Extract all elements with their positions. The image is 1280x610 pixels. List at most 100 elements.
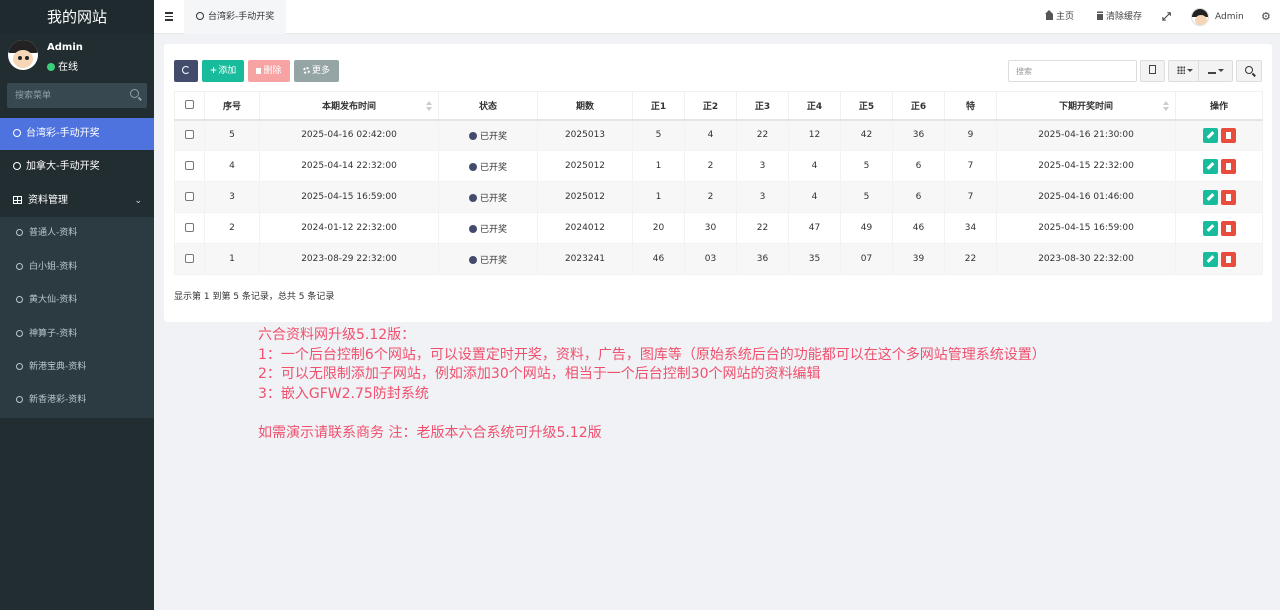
table-row[interactable]: 4 2025-04-14 22:32:00 已开奖 2025012 1 2 3 4 5 6 7 202… [174,150,1263,182]
clear-cache-link[interactable]: 清除缓存 [1097,0,1142,34]
table-icon [13,196,22,204]
refresh-button[interactable] [174,60,198,82]
admin-label[interactable]: Admin [1215,0,1244,34]
user-name: Admin [47,42,83,53]
row-checkbox[interactable] [185,130,194,140]
circle-icon [13,129,21,137]
sidebar-subitem[interactable]: 白小姐-资料 [0,251,154,284]
user-status-label: 在线 [58,62,78,73]
notice-line: 1：一个后台控制6个网站，可以设置定时开奖，资料，广告，图库等（原始系统后台的功… [258,346,1046,363]
edit-icon[interactable] [1202,220,1218,236]
site-logo[interactable]: 我的网站 [0,0,154,34]
row-checkbox[interactable] [185,223,194,232]
delete-icon[interactable] [1220,220,1236,236]
edit-icon[interactable] [1202,251,1218,267]
sidebar-item-taiwan[interactable]: 台湾彩-手动开奖 [0,118,154,150]
online-dot-icon [47,63,55,71]
col-header[interactable]: 正3 [736,91,789,121]
col-header[interactable]: 正5 [840,91,893,121]
toggle-view-button[interactable] [1140,60,1165,82]
home-link[interactable]: 主页 [1045,0,1075,34]
table-row[interactable]: 2 2024-01-12 22:32:00 已开奖 2024012 20 30 22 47 49… [174,212,1263,244]
col-header[interactable]: 期数 [537,91,633,121]
sidebar-subitem[interactable]: 新香港彩-资料 [0,384,154,417]
table-cell: 2025-04-14 22:32:00 [259,150,439,182]
col-header[interactable]: 正6 [892,91,945,121]
sidebar-group-data[interactable]: 资料管理 ⌄ [0,185,154,217]
add-button[interactable]: +添加 [202,60,244,82]
table-cell: 4 [204,150,260,182]
menu-search-input[interactable] [7,83,125,108]
search-icon [1245,66,1253,74]
col-header[interactable]: 特 [944,91,997,121]
col-header-sortable[interactable]: 下期开奖时间 [996,91,1176,121]
col-header[interactable]: 状态 [438,91,538,121]
delete-icon[interactable] [1220,251,1236,267]
table-cell: 2025-04-15 16:59:00 [996,212,1176,244]
clear-cache-label: 清除缓存 [1106,12,1143,22]
columns-button[interactable] [1168,60,1201,82]
select-all-checkbox[interactable] [185,100,194,110]
row-select-cell [174,243,205,275]
table-cell: 47 [788,212,841,244]
chevron-down-icon: ⌄ [134,196,142,206]
table-cell: 2023-08-29 22:32:00 [259,243,439,275]
sidebar-subitem[interactable]: 神算子-资料 [0,318,154,351]
notice-line: 如需演示请联系商务 注：老版本六合系统可升级5.12版 [258,424,602,441]
col-header[interactable]: 正1 [632,91,685,121]
table-row[interactable]: 3 2025-04-15 16:59:00 已开奖 2025012 1 2 3 4 5 6 7 202… [174,181,1263,213]
actions-cell [1175,181,1263,213]
delete-icon[interactable] [1220,158,1236,174]
edit-icon[interactable] [1202,189,1218,205]
table-row[interactable]: 1 2023-08-29 22:32:00 已开奖 2023241 46 03 36 35 07… [174,243,1263,275]
row-checkbox[interactable] [185,254,194,263]
col-header[interactable]: 正4 [788,91,841,121]
table-cell: 22 [736,212,789,244]
row-checkbox[interactable] [185,192,194,201]
status-dot-icon [468,131,477,140]
sidebar-subitem[interactable]: 新港宝典-资料 [0,351,154,384]
search-icon[interactable] [130,89,139,98]
table-row[interactable]: 5 2025-04-16 02:42:00 已开奖 2025013 5 4 22 12 42 36… [174,119,1263,151]
menu-toggle-icon[interactable] [165,12,173,21]
table-cell: 1 [632,181,685,213]
sidebar-subitem[interactable]: 黄大仙-资料 [0,284,154,317]
table-search-input[interactable] [1008,60,1137,82]
col-header-sortable[interactable]: 本期发布时间 [259,91,439,121]
delete-button[interactable]: 删除 [248,60,290,82]
cogs-icon[interactable]: ⚙ [1261,0,1271,34]
search-toggle-button[interactable] [1236,60,1262,82]
edit-icon[interactable] [1202,127,1218,143]
tab-taiwan[interactable]: 台湾彩-手动开奖 [184,0,287,34]
table-cell: 2024-01-12 22:32:00 [259,212,439,244]
sort-icon [1163,101,1169,111]
delete-icon[interactable] [1220,189,1236,205]
header-avatar[interactable] [1191,8,1209,26]
home-label: 主页 [1056,12,1075,22]
table-cell: 34 [944,212,997,244]
more-button[interactable]: 更多 [294,60,339,82]
sidebar-subitem[interactable]: 普通人-资料 [0,217,154,250]
delete-label: 删除 [263,66,282,76]
status-dot-icon [468,193,477,202]
export-icon [1207,67,1216,74]
sidebar-item-canada[interactable]: 加拿大-手动开奖 [0,151,154,183]
col-header[interactable]: 序号 [204,91,260,121]
sidebar-subitem-label: 新港宝典-资料 [29,362,87,372]
table-cell: 30 [684,212,737,244]
export-button[interactable] [1198,60,1233,82]
col-header[interactable]: 正2 [684,91,737,121]
edit-icon[interactable] [1202,158,1218,174]
notice-line [258,404,1046,424]
table-cell: 2025-04-16 01:46:00 [996,181,1176,213]
fullscreen-icon[interactable]: ⤢ [1162,0,1171,34]
promo-notice: 六合资料网升级5.12版： 1：一个后台控制6个网站，可以设置定时开奖，资料，广… [258,326,1046,443]
table-cell: 7 [944,181,997,213]
delete-icon[interactable] [1220,127,1236,143]
table-cell: 12 [788,119,841,151]
status-cell: 已开奖 [438,119,538,151]
table-cell: 4 [788,181,841,213]
table-cell: 5 [840,181,893,213]
circle-icon [13,162,21,170]
row-checkbox[interactable] [185,161,194,170]
